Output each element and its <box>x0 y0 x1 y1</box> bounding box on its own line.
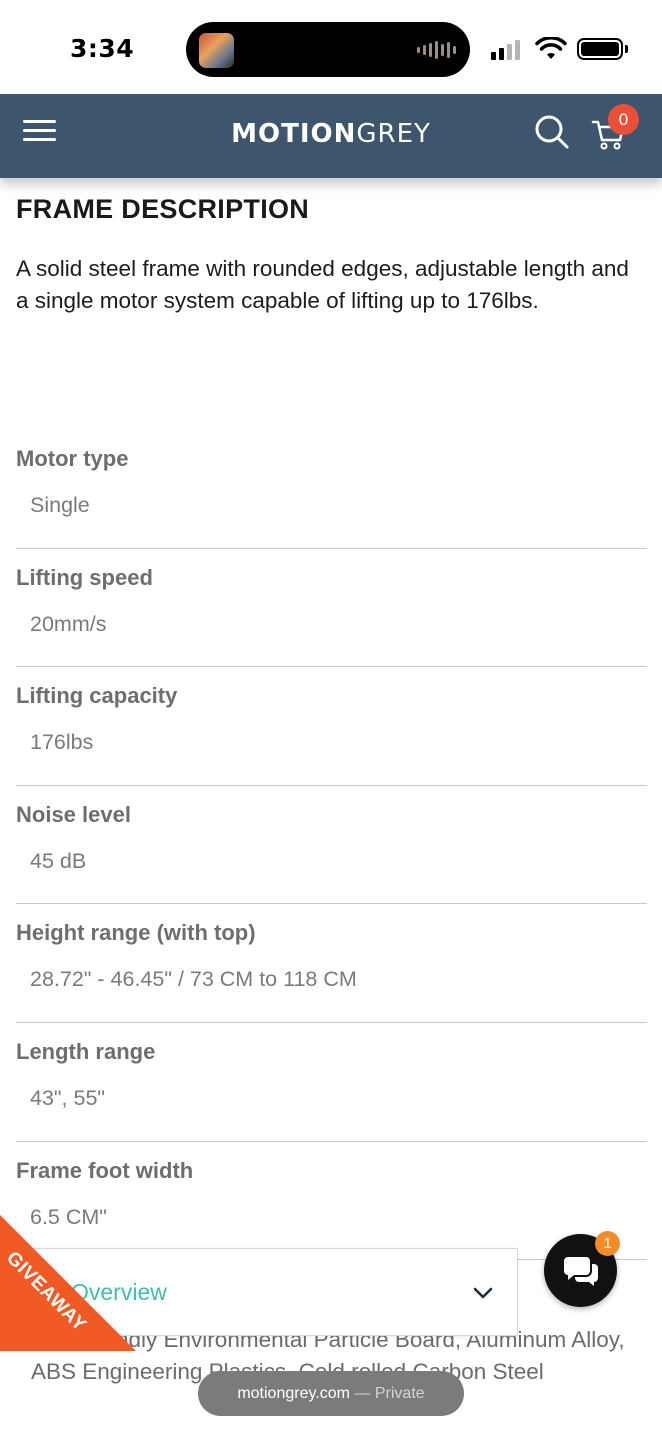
brand-logo-bold: MOTION <box>231 119 357 149</box>
site-header: MOTIONGREY <box>0 94 662 178</box>
spec-value: 43", 55" <box>30 1085 106 1110</box>
audio-waveform-icon <box>417 40 456 60</box>
chevron-down-icon <box>473 1287 493 1299</box>
dynamic-island[interactable] <box>186 22 470 77</box>
spec-row-lifting-speed: Lifting speed 20mm/s <box>16 549 647 668</box>
wifi-icon <box>535 37 567 59</box>
search-icon[interactable] <box>532 112 572 152</box>
giveaway-ribbon[interactable]: GIVEAWAY <box>0 1215 136 1351</box>
spec-label: Frame foot width <box>16 1157 194 1183</box>
cellular-signal-icon <box>491 40 520 60</box>
spec-label: Noise level <box>16 801 131 827</box>
brand-logo-light: GREY <box>356 119 431 149</box>
spec-list: Motor type Single Lifting speed 20mm/s L… <box>16 430 647 1261</box>
browser-address-pill[interactable]: motiongrey.com — Private <box>198 1371 464 1416</box>
now-playing-artwork <box>199 33 234 68</box>
spec-value: 45 dB <box>30 848 87 873</box>
chat-bubbles-icon <box>564 1257 598 1286</box>
status-time: 3:34 <box>70 34 135 63</box>
spec-value: 28.72" - 46.45" / 73 CM to 118 CM <box>30 967 357 992</box>
spec-label: Lifting capacity <box>16 683 178 709</box>
spec-row-noise-level: Noise level 45 dB <box>16 786 647 905</box>
spec-label: Length range <box>16 1038 156 1064</box>
spec-row-length-range: Length range 43", 55" <box>16 1023 647 1142</box>
spec-value: 176lbs <box>30 730 94 755</box>
spec-value: Single <box>30 493 90 517</box>
spec-label: Lifting speed <box>16 564 153 590</box>
spec-value: 20mm/s <box>30 611 107 636</box>
spec-label: Height range (with top) <box>16 920 256 946</box>
private-label: — Private <box>349 1385 425 1402</box>
status-bar: 3:34 <box>0 0 662 94</box>
cart-count-badge[interactable]: 0 <box>608 104 639 135</box>
spec-row-motor-type: Motor type Single <box>16 430 647 549</box>
spec-row-lifting-capacity: Lifting capacity 176lbs <box>16 667 647 786</box>
spec-label: Motor type <box>16 446 129 471</box>
frame-description-text: A solid steel frame with rounded edges, … <box>16 256 629 313</box>
battery-icon <box>577 38 623 60</box>
section-title: FRAME DESCRIPTION <box>16 194 310 224</box>
url-domain: motiongrey.com <box>237 1385 350 1402</box>
chat-notification-badge: 1 <box>595 1231 620 1256</box>
spec-row-height-range: Height range (with top) 28.72" - 46.45" … <box>16 904 647 1023</box>
